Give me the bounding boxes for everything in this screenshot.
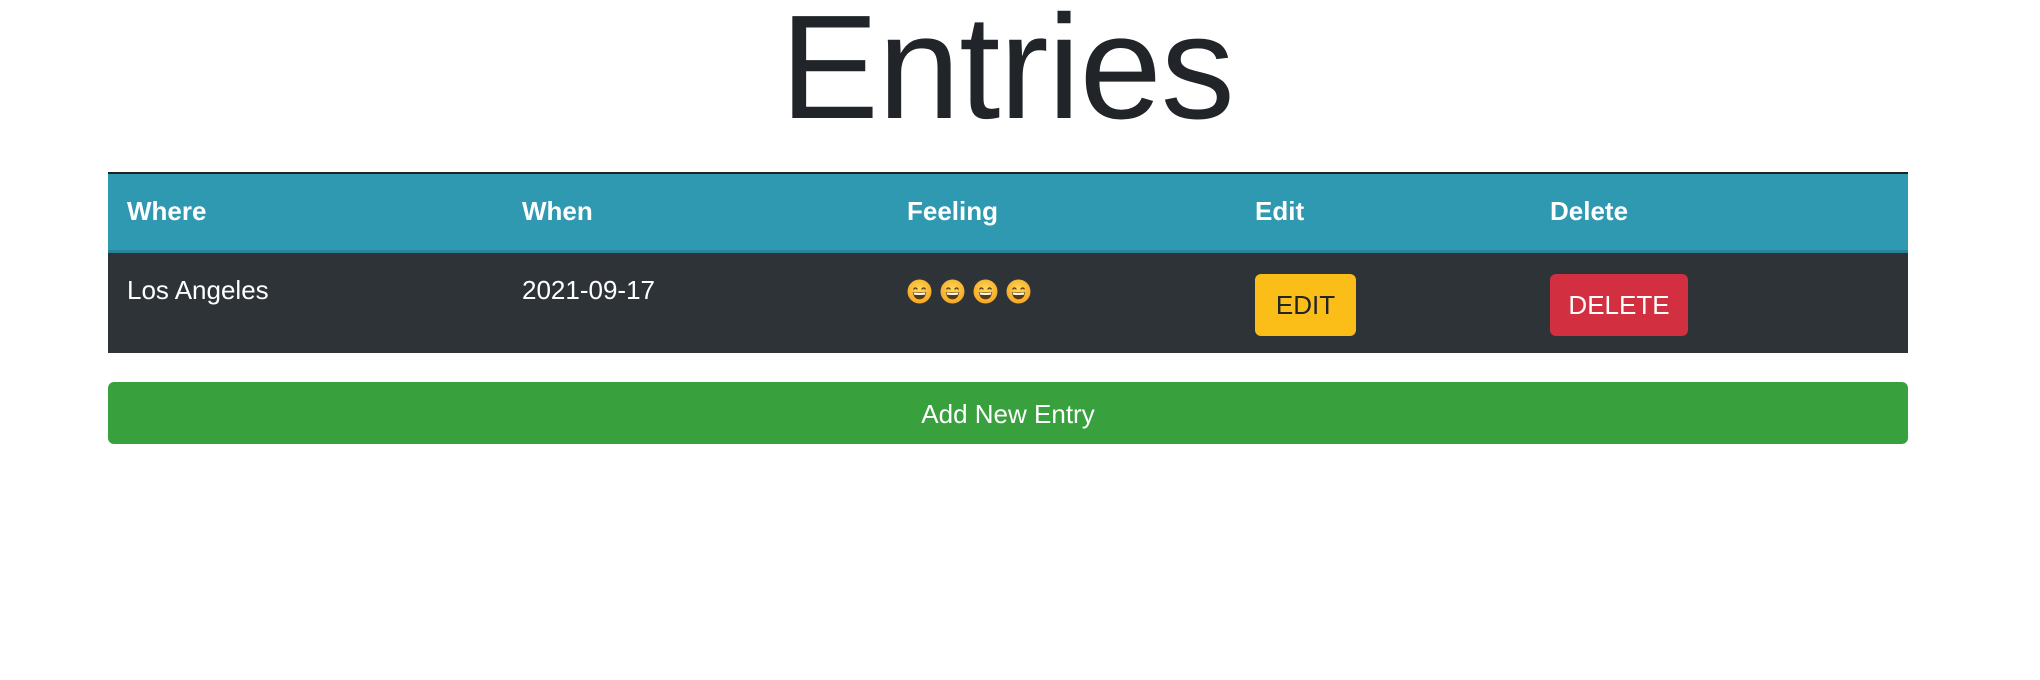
entries-table: Where When Feeling Edit Delete Los Angel… <box>108 172 1908 353</box>
grinning-face-icon <box>940 279 965 303</box>
cell-feeling <box>888 251 1236 353</box>
cell-when: 2021-09-17 <box>522 274 655 305</box>
column-header-delete: Delete <box>1531 173 1908 253</box>
column-header-when: When <box>503 173 888 253</box>
page-title: Entries <box>780 0 1235 150</box>
column-header-feeling: Feeling <box>888 173 1236 253</box>
column-header-edit: Edit <box>1236 173 1531 253</box>
column-header-where: Where <box>108 173 503 253</box>
cell-delete: DELETE <box>1531 251 1908 353</box>
add-new-entry-button[interactable]: Add New Entry <box>108 382 1908 444</box>
table-row: Los Angeles 2021-09-17 EDIT DELETE <box>108 251 1908 353</box>
edit-button[interactable]: EDIT <box>1255 273 1356 336</box>
header-row: Where When Feeling Edit Delete <box>108 173 1908 253</box>
table-header: Where When Feeling Edit Delete <box>108 173 1908 253</box>
cell-where: Los Angeles <box>127 274 269 305</box>
table-body: Los Angeles 2021-09-17 EDIT DELETE <box>108 251 1908 353</box>
delete-button[interactable]: DELETE <box>1550 273 1688 336</box>
feeling-rating <box>907 275 1236 304</box>
grinning-face-icon <box>907 279 932 303</box>
grinning-face-icon <box>973 279 998 303</box>
cell-edit: EDIT <box>1236 251 1531 353</box>
grinning-face-icon <box>1006 279 1031 303</box>
